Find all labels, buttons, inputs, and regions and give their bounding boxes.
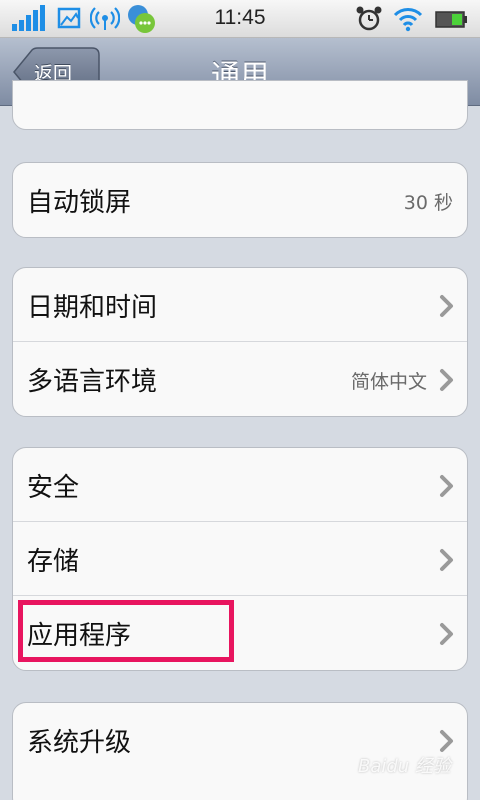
- list-item-label: 存储: [27, 547, 80, 577]
- list-item-label: 自动锁屏: [27, 188, 132, 218]
- list-item-auto-lock[interactable]: 自动锁屏 30 秒: [13, 163, 467, 237]
- list-item-label: 系统升级: [27, 728, 132, 758]
- chevron-right-icon: [440, 730, 453, 752]
- battery-icon: [435, 11, 467, 28]
- list-item-label: 日期和时间: [27, 293, 158, 323]
- chevron-right-icon: [440, 475, 453, 497]
- chevron-right-icon: [440, 549, 453, 571]
- watermark: Baidu 经验: [358, 756, 451, 777]
- list-item-value: 30 秒: [403, 192, 453, 214]
- list-item-value: 简体中文: [350, 371, 427, 393]
- list-item-label: 多语言环境: [27, 367, 158, 397]
- settings-group-lock: 自动锁屏 30 秒: [12, 162, 468, 238]
- highlight-annotation: [18, 600, 234, 662]
- settings-group-locale: 日期和时间 多语言环境 简体中文: [12, 267, 468, 417]
- list-item-storage[interactable]: 存储: [13, 522, 467, 596]
- list-item-language[interactable]: 多语言环境 简体中文: [13, 342, 467, 416]
- chevron-right-icon: [440, 295, 453, 317]
- settings-group-system: 系统升级: [12, 702, 468, 800]
- chevron-right-icon: [440, 623, 453, 645]
- list-item-security[interactable]: 安全: [13, 448, 467, 522]
- list-item-label: 安全: [27, 473, 80, 503]
- alarm-icon: [356, 6, 382, 31]
- wifi-icon: [393, 8, 423, 32]
- status-bar: 11:45: [0, 0, 480, 38]
- settings-group-partial: [12, 80, 468, 130]
- chevron-right-icon: [440, 369, 453, 391]
- list-item-date-time[interactable]: 日期和时间: [13, 268, 467, 342]
